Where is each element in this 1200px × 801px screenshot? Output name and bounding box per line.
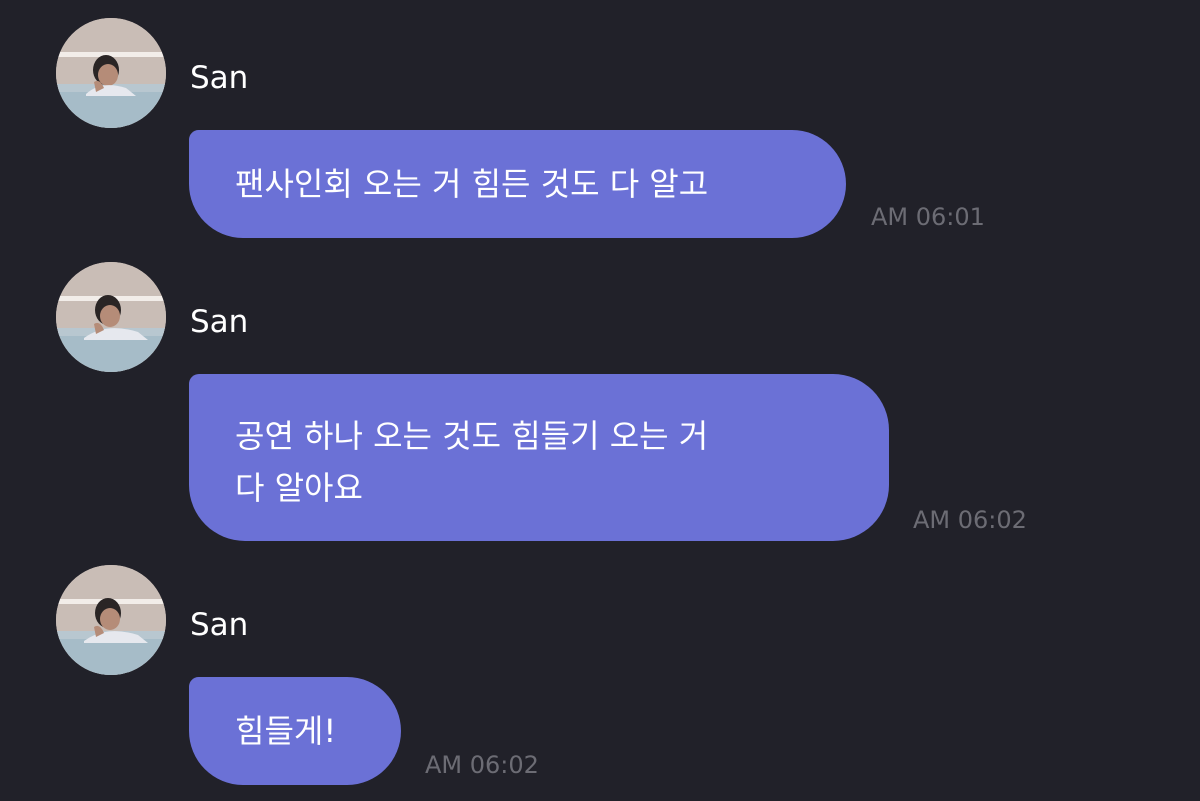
profile-photo-icon	[56, 262, 166, 372]
message-timestamp: AM 06:02	[425, 751, 539, 779]
message-text: 공연 하나 오는 것도 힘들기 오는 거 다 알아요	[235, 417, 709, 507]
message-timestamp: AM 06:02	[913, 506, 1027, 534]
message-bubble[interactable]: 힘들게!	[189, 677, 401, 785]
profile-photo-icon	[56, 565, 166, 675]
message-bubble[interactable]: 공연 하나 오는 것도 힘들기 오는 거 다 알아요	[189, 374, 889, 541]
sender-name: San	[190, 607, 249, 643]
avatar[interactable]	[56, 18, 166, 128]
message-timestamp: AM 06:01	[871, 203, 985, 231]
message-bubble[interactable]: 팬사인회 오는 거 힘든 것도 다 알고	[189, 130, 846, 238]
avatar[interactable]	[56, 565, 166, 675]
profile-photo-icon	[56, 18, 166, 128]
sender-name: San	[190, 60, 249, 96]
message-text: 팬사인회 오는 거 힘든 것도 다 알고	[235, 165, 709, 203]
sender-name: San	[190, 304, 249, 340]
message-text: 힘들게!	[235, 712, 337, 750]
avatar[interactable]	[56, 262, 166, 372]
